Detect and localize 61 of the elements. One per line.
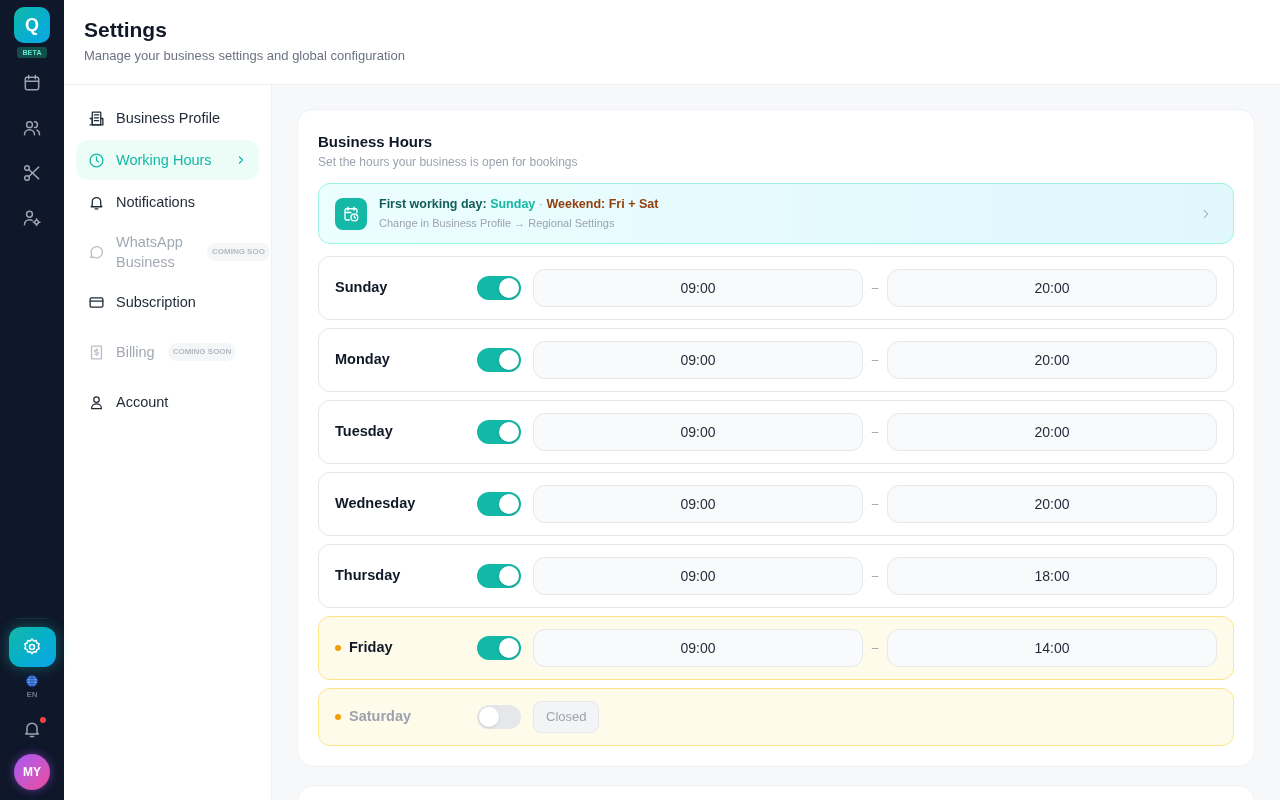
day-name: Saturday bbox=[349, 707, 412, 727]
user-icon bbox=[88, 393, 105, 411]
time-field[interactable]: 20:00 bbox=[887, 269, 1217, 307]
day-name: Wednesday bbox=[335, 494, 416, 514]
building-icon bbox=[88, 109, 105, 127]
toggle-switch[interactable] bbox=[477, 636, 521, 660]
user-gear-icon bbox=[22, 208, 42, 228]
globe-icon bbox=[25, 674, 39, 688]
banner-title: First working day: Sunday · Weekend: Fri + Sat bbox=[379, 195, 660, 213]
time-separator: – bbox=[870, 496, 880, 513]
time-field[interactable]: 20:00 bbox=[887, 413, 1217, 451]
coming-soon-badge: COMING SOON bbox=[167, 343, 237, 361]
nav-item[interactable]: Notifications bbox=[76, 182, 259, 222]
day-name: Sunday bbox=[335, 278, 388, 298]
time-field[interactable]: 18:00 bbox=[887, 557, 1217, 595]
calendar-clock-icon bbox=[335, 197, 367, 230]
toggle-switch[interactable] bbox=[477, 348, 521, 372]
toggle-switch[interactable] bbox=[477, 276, 521, 300]
user-avatar[interactable]: MY bbox=[14, 754, 50, 790]
section-subtitle: Set the hours your business is open for bookings bbox=[318, 154, 579, 171]
section-title: Business Hours bbox=[318, 132, 434, 152]
nav-item[interactable]: Subscription bbox=[76, 282, 259, 322]
time-field[interactable]: 20:00 bbox=[887, 341, 1217, 379]
regional-settings-banner[interactable]: First working day: Sunday · Weekend: Fri + Sat Change in Business Profile → Regional Settings bbox=[318, 183, 1234, 244]
time-separator: – bbox=[870, 568, 880, 585]
day-name: Thursday bbox=[335, 566, 401, 586]
dollar-document-icon bbox=[88, 343, 105, 361]
day-name: Monday bbox=[335, 350, 390, 370]
time-field[interactable]: 14:00 bbox=[887, 629, 1217, 667]
banner-hint: Change in Business Profile → Regional Settings bbox=[379, 215, 616, 231]
settings-icon bbox=[22, 637, 42, 657]
toggle-switch[interactable] bbox=[477, 705, 521, 729]
chat-bubble-icon bbox=[88, 243, 105, 261]
time-field[interactable]: 09:00 bbox=[533, 629, 863, 667]
time-field[interactable]: 09:00 bbox=[533, 269, 863, 307]
time-field[interactable]: 20:00 bbox=[887, 485, 1217, 523]
time-separator: – bbox=[870, 640, 880, 657]
day-name: Tuesday bbox=[335, 422, 393, 442]
nav-item[interactable]: Account bbox=[76, 382, 259, 422]
page-subtitle: Manage your business settings and global configuration bbox=[84, 47, 406, 65]
day-name: Friday bbox=[349, 638, 393, 658]
calendar-icon bbox=[22, 73, 42, 93]
nav-item[interactable]: Business Profile bbox=[76, 98, 259, 138]
time-field[interactable]: 09:00 bbox=[533, 413, 863, 451]
toggle-switch[interactable] bbox=[477, 492, 521, 516]
settings-button[interactable] bbox=[8, 627, 56, 667]
users-icon bbox=[22, 118, 42, 138]
toggle-switch[interactable] bbox=[477, 564, 521, 588]
time-separator: – bbox=[870, 352, 880, 369]
time-field[interactable]: 09:00 bbox=[533, 485, 863, 523]
time-separator: – bbox=[870, 424, 880, 441]
page-title: Settings bbox=[84, 17, 168, 43]
time-field[interactable]: 09:00 bbox=[533, 557, 863, 595]
language-button[interactable]: EN bbox=[25, 674, 39, 701]
coming-soon-badge: COMING SOO bbox=[207, 243, 270, 261]
time-field[interactable]: 09:00 bbox=[533, 341, 863, 379]
scissors-icon bbox=[22, 163, 42, 183]
toggle-switch[interactable] bbox=[477, 420, 521, 444]
time-separator: – bbox=[870, 280, 880, 297]
closed-label: Closed bbox=[533, 701, 600, 733]
clock-icon bbox=[88, 151, 105, 169]
